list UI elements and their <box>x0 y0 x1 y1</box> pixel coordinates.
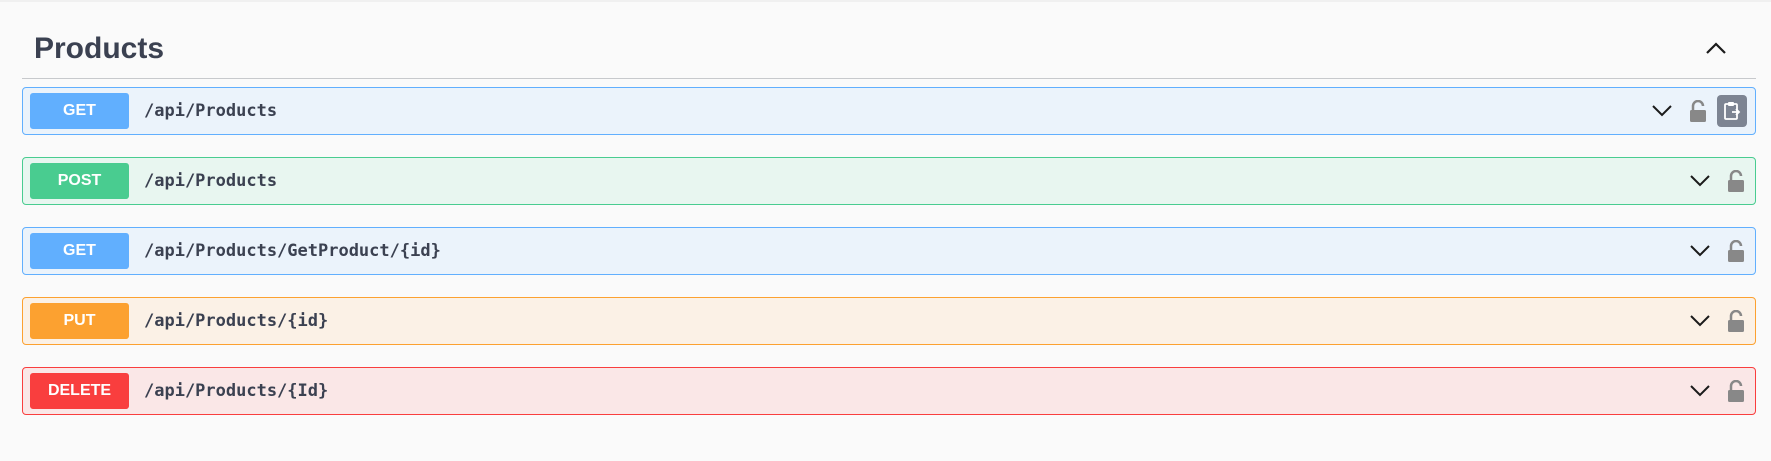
copy-to-clipboard-icon[interactable] <box>1717 95 1747 127</box>
top-divider <box>0 0 1771 2</box>
section-title: Products <box>34 32 165 65</box>
operation-path: /api/Products <box>144 171 278 191</box>
operation-path: /api/Products/{Id} <box>144 381 329 401</box>
operation-controls <box>1649 88 1747 134</box>
chevron-down-icon[interactable] <box>1687 238 1713 264</box>
method-badge: PUT <box>30 303 129 339</box>
method-badge: GET <box>30 233 129 269</box>
operation-put-product[interactable]: PUT /api/Products/{id} <box>22 297 1756 345</box>
products-section: Products GET /api/Products POST /api/Pro… <box>22 18 1756 437</box>
chevron-up-icon[interactable] <box>1698 30 1734 66</box>
operations-list: GET /api/Products POST /api/Products GET… <box>22 87 1756 415</box>
operation-controls <box>1687 158 1747 204</box>
operation-get-products[interactable]: GET /api/Products <box>22 87 1756 135</box>
operation-controls <box>1687 298 1747 344</box>
chevron-down-icon[interactable] <box>1649 98 1675 124</box>
method-badge: DELETE <box>30 373 129 409</box>
lock-icon[interactable] <box>1725 378 1747 404</box>
operation-get-product-by-id[interactable]: GET /api/Products/GetProduct/{id} <box>22 227 1756 275</box>
method-badge: GET <box>30 93 129 129</box>
operation-path: /api/Products/{id} <box>144 311 329 331</box>
lock-icon[interactable] <box>1725 308 1747 334</box>
chevron-down-icon[interactable] <box>1687 168 1713 194</box>
lock-icon[interactable] <box>1725 238 1747 264</box>
section-header[interactable]: Products <box>22 18 1756 79</box>
operation-path: /api/Products/GetProduct/{id} <box>144 241 441 261</box>
chevron-down-icon[interactable] <box>1687 308 1713 334</box>
operation-post-products[interactable]: POST /api/Products <box>22 157 1756 205</box>
operation-controls <box>1687 368 1747 414</box>
operation-delete-product[interactable]: DELETE /api/Products/{Id} <box>22 367 1756 415</box>
chevron-down-icon[interactable] <box>1687 378 1713 404</box>
lock-icon[interactable] <box>1725 168 1747 194</box>
operation-path: /api/Products <box>144 101 278 121</box>
method-badge: POST <box>30 163 129 199</box>
operation-controls <box>1687 228 1747 274</box>
lock-icon[interactable] <box>1687 98 1709 124</box>
